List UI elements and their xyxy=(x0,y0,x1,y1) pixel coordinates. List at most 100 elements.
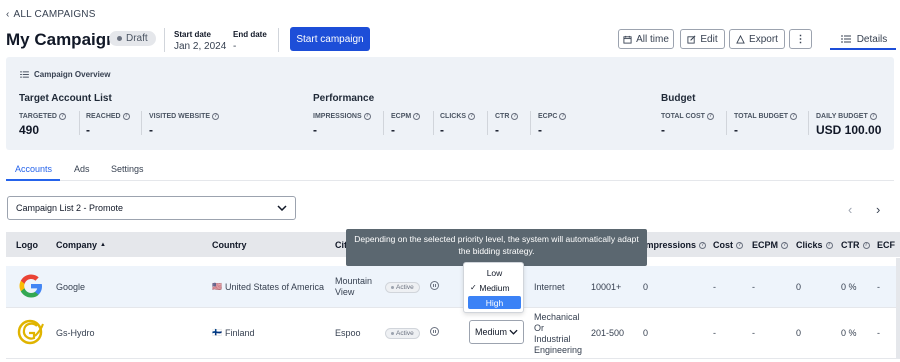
column-header-country: Country xyxy=(212,240,247,250)
city-line: View xyxy=(335,287,355,297)
help-icon[interactable]: ? xyxy=(212,113,220,120)
column-header-ctr: CTR? xyxy=(841,240,870,250)
help-icon[interactable]: ? xyxy=(736,241,743,249)
tab-accounts[interactable]: Accounts xyxy=(15,164,52,174)
status-dot-icon xyxy=(117,36,122,41)
status-label: Active xyxy=(396,330,414,337)
column-header-label: Company xyxy=(56,240,98,250)
next-page-button[interactable]: › xyxy=(876,202,880,217)
metric-label: TOTAL COST xyxy=(661,113,705,120)
ctr-cell: 0 % xyxy=(841,328,857,338)
metric-label: DAILY BUDGET xyxy=(816,113,868,120)
company-name[interactable]: Gs-Hydro xyxy=(56,328,95,338)
help-icon[interactable]: ? xyxy=(869,113,877,120)
impressions-cell: 0 xyxy=(643,282,649,292)
help-icon[interactable]: ? xyxy=(825,241,833,249)
ecpc-cell: - xyxy=(877,328,880,338)
pause-icon[interactable] xyxy=(430,281,439,290)
help-icon[interactable]: ? xyxy=(862,241,870,249)
help-icon[interactable]: ? xyxy=(699,241,707,249)
industry-line: Mechanical xyxy=(534,312,580,322)
priority-select[interactable]: Medium xyxy=(469,320,524,344)
metric-ecpc-label: ECPC? xyxy=(538,113,567,120)
start-campaign-button[interactable]: Start campaign xyxy=(290,27,370,51)
impressions-cell: 0 xyxy=(643,328,649,338)
calendar-icon xyxy=(623,35,632,44)
divider xyxy=(383,111,384,135)
help-icon[interactable]: ? xyxy=(122,113,130,120)
more-options-button[interactable]: ⋮ xyxy=(789,29,812,49)
metric-impressions-label: IMPRESSIONS? xyxy=(313,113,371,120)
metric-label: VISITED WEBSITE xyxy=(149,113,211,120)
export-button[interactable]: Export xyxy=(729,29,785,49)
metric-label: CLICKS xyxy=(440,113,467,120)
column-header-label: Clicks xyxy=(796,240,823,250)
tab-settings[interactable]: Settings xyxy=(111,164,144,174)
help-icon[interactable]: ? xyxy=(790,113,798,120)
status-badge-label: Draft xyxy=(126,33,148,44)
start-date: Start date Jan 2, 2024 xyxy=(174,30,226,52)
pause-icon[interactable] xyxy=(430,327,439,336)
help-icon[interactable]: ? xyxy=(58,113,66,120)
metric-label: IMPRESSIONS xyxy=(313,113,362,120)
priority-option-medium[interactable]: ✓ Medium xyxy=(468,281,521,294)
sort-asc-icon: ▲ xyxy=(100,242,106,248)
company-name[interactable]: Google xyxy=(56,282,85,292)
divider xyxy=(164,28,165,52)
metric-ecpm-value: - xyxy=(391,123,395,137)
industry-line: Industrial xyxy=(534,334,571,344)
edit-button[interactable]: Edit xyxy=(680,29,725,49)
table-row[interactable] xyxy=(6,266,900,307)
company-size-cell: 10001+ xyxy=(591,282,622,292)
status-label: Active xyxy=(396,284,414,291)
priority-menu: Low ✓ Medium High xyxy=(463,262,524,313)
industry-cell: Mechanical Or Industrial Engineering xyxy=(534,312,582,356)
campaign-list-select[interactable]: Campaign List 2 - Promote xyxy=(7,196,296,220)
checkmark-icon: ✓ xyxy=(470,283,477,292)
horizontal-scrollbar[interactable] xyxy=(896,258,900,358)
help-icon[interactable]: ? xyxy=(413,113,421,120)
column-header-impressions: Impressions? xyxy=(643,240,707,250)
all-time-label: All time xyxy=(636,33,669,45)
end-date-label: End date xyxy=(233,30,267,39)
divider xyxy=(487,111,488,135)
metric-clicks-label: CLICKS? xyxy=(440,113,476,120)
details-tab[interactable]: Details xyxy=(832,28,896,50)
divider xyxy=(79,111,80,135)
help-icon[interactable]: ? xyxy=(559,113,567,120)
prev-page-button[interactable]: ‹ xyxy=(848,202,852,217)
metric-total-cost-label: TOTAL COST? xyxy=(661,113,714,120)
edit-icon xyxy=(687,35,696,44)
column-header-label: ECPM xyxy=(752,240,779,250)
campaign-overview-label: Campaign Overview xyxy=(34,70,111,79)
column-header-company[interactable]: Company ▲ xyxy=(56,240,106,250)
export-label: Export xyxy=(749,33,778,45)
all-time-button[interactable]: All time xyxy=(618,29,674,49)
help-icon[interactable]: ? xyxy=(706,113,714,120)
list-icon xyxy=(20,71,29,78)
metric-visited-label: VISITED WEBSITE? xyxy=(149,113,220,120)
help-icon[interactable]: ? xyxy=(781,241,789,249)
row-divider xyxy=(6,307,900,308)
flag-us-icon: 🇺🇸 xyxy=(212,282,222,291)
column-header-label: Impressions xyxy=(643,240,697,250)
priority-option-high[interactable]: High xyxy=(468,296,521,309)
city-cell: Mountain View xyxy=(335,276,372,298)
budget-title: Budget xyxy=(661,93,696,104)
help-icon[interactable]: ? xyxy=(468,113,476,120)
company-size-cell: 201-500 xyxy=(591,328,625,338)
tab-active-indicator xyxy=(6,179,60,181)
end-date-value: - xyxy=(233,41,237,52)
help-icon[interactable]: ? xyxy=(363,113,371,120)
priority-option-label: Medium xyxy=(479,282,510,293)
status-dot-icon xyxy=(391,332,394,335)
metric-label: TOTAL BUDGET xyxy=(734,113,789,120)
tab-ads[interactable]: Ads xyxy=(74,164,90,174)
priority-option-low[interactable]: Low xyxy=(468,266,521,279)
campaign-list-select-value: Campaign List 2 - Promote xyxy=(16,203,124,213)
back-link[interactable]: ‹ ALL CAMPAIGNS xyxy=(6,9,96,20)
help-icon[interactable]: ? xyxy=(511,113,519,120)
chevron-down-icon xyxy=(509,329,518,335)
chevron-down-icon xyxy=(277,205,287,211)
start-date-label: Start date xyxy=(174,30,211,39)
